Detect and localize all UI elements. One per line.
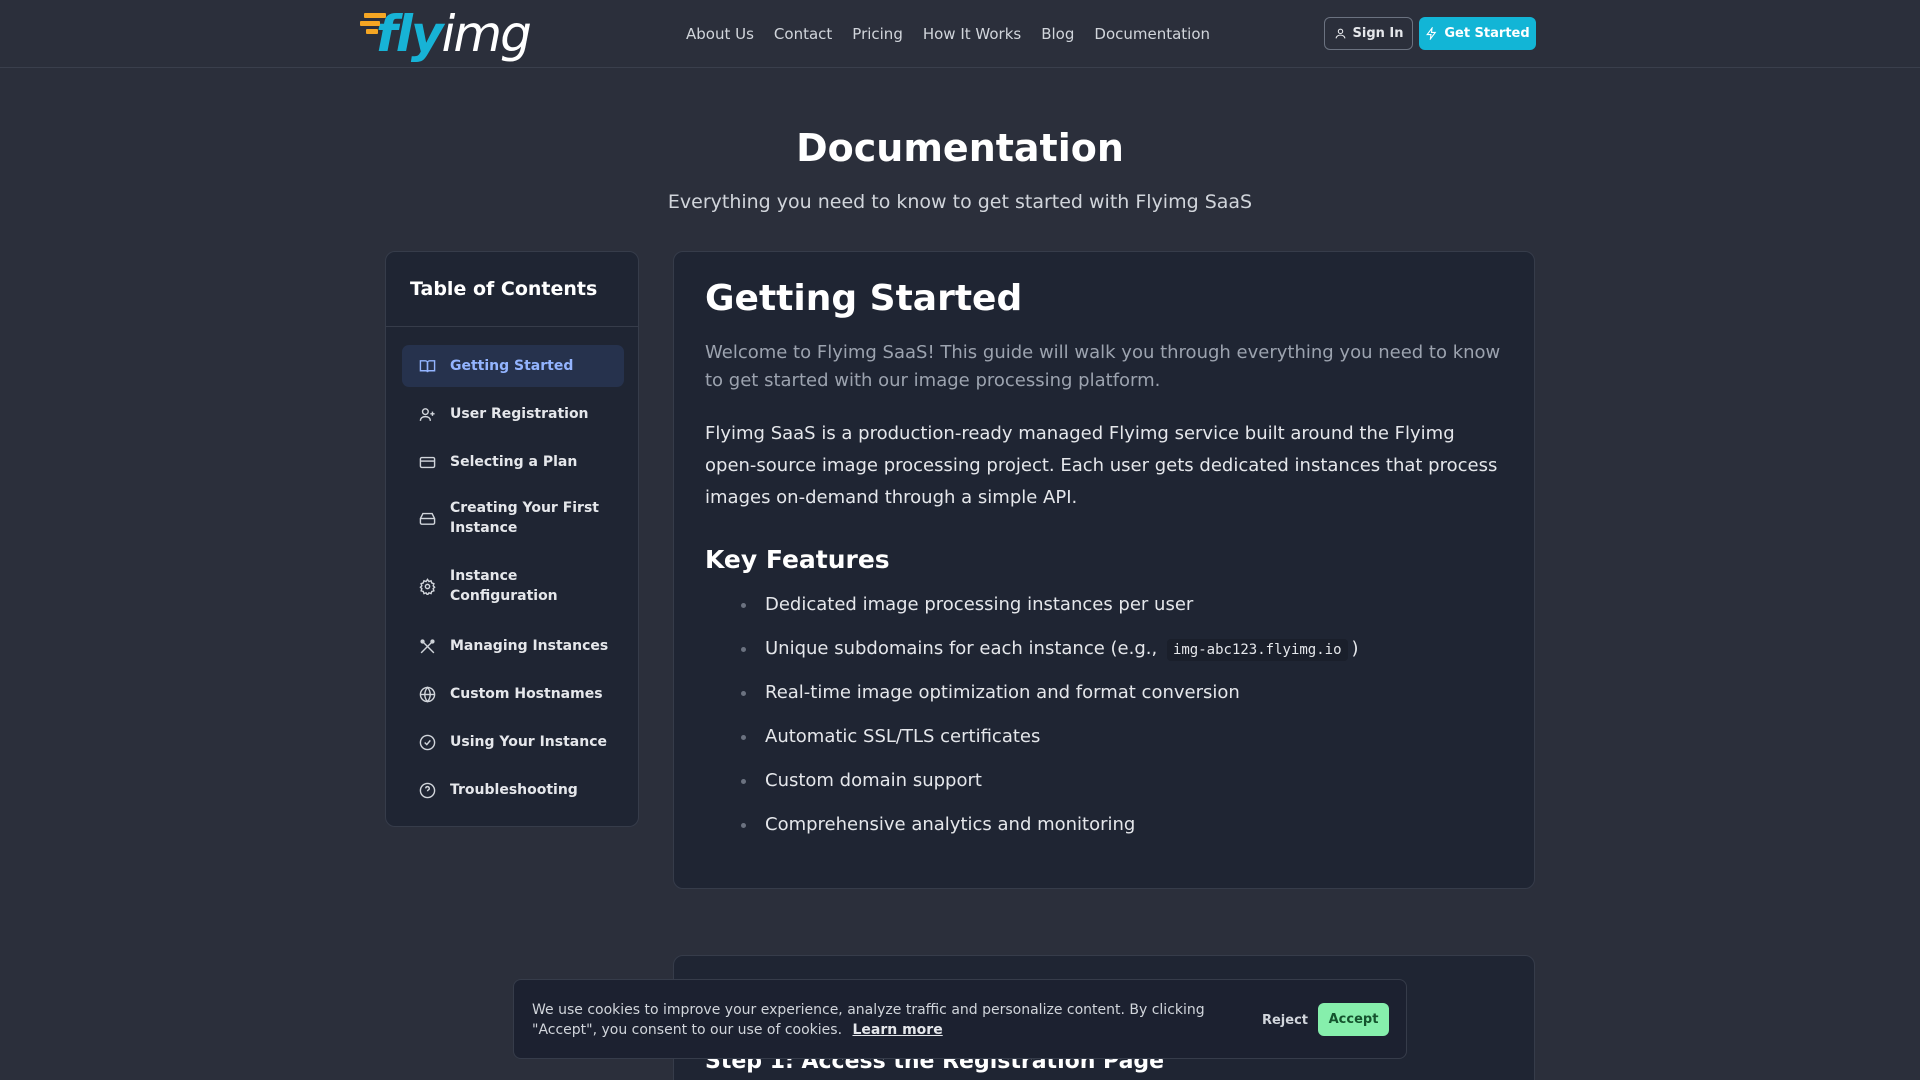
nav-pricing[interactable]: Pricing <box>852 24 903 44</box>
list-item: Automatic SSL/TLS certificates <box>705 725 1359 769</box>
user-icon <box>1335 28 1345 39</box>
description-paragraph: Flyimg SaaS is a production-ready manage… <box>705 423 1498 508</box>
list-item: Dedicated image processing instances per… <box>705 593 1359 637</box>
get-started-label: Get Started <box>1444 26 1530 41</box>
list-item: Real-time image optimization and format … <box>705 681 1359 725</box>
code-snippet: img-abc123.flyimg.io <box>1166 639 1348 661</box>
logo-stripes-icon <box>360 13 386 34</box>
tools-icon <box>418 637 436 655</box>
getting-started-card: Getting Started Welcome to Flyimg SaaS! … <box>673 251 1535 889</box>
section-title: Getting Started <box>705 278 1023 319</box>
nav-blog[interactable]: Blog <box>1041 24 1074 44</box>
intro-text: Welcome to Flyimg SaaS! This guide will … <box>705 342 1501 391</box>
credit-card-icon <box>418 453 436 471</box>
nav-how-it-works[interactable]: How It Works <box>923 24 1021 44</box>
accept-button[interactable]: Accept <box>1318 1003 1389 1036</box>
toc-item-selecting-a-plan[interactable]: Selecting a Plan <box>402 441 624 483</box>
toc-item-label: Troubleshooting <box>450 782 578 798</box>
toc-item-label: Custom Hostnames <box>450 686 603 702</box>
bolt-icon <box>1426 27 1437 40</box>
nav-contact[interactable]: Contact <box>774 24 832 44</box>
cookie-banner: We use cookies to improve your experienc… <box>513 979 1407 1059</box>
toc-item-label: Getting Started <box>450 358 574 374</box>
list-item: Custom domain support <box>705 769 1359 813</box>
cookie-text: We use cookies to improve your experienc… <box>532 1002 1205 1038</box>
logo[interactable]: flyimg <box>360 5 532 63</box>
table-of-contents: Table of Contents Getting Started User R… <box>385 251 639 827</box>
logo-img: img <box>441 5 531 63</box>
toc-item-label: User Registration <box>450 406 589 422</box>
hard-drive-icon <box>418 509 436 527</box>
learn-more-link[interactable]: Learn more <box>852 1022 942 1038</box>
key-features-heading: Key Features <box>705 545 890 574</box>
toc-item-troubleshooting[interactable]: Troubleshooting <box>402 769 624 811</box>
list-item: Unique subdomains for each instance (e.g… <box>705 637 1359 681</box>
user-plus-icon <box>418 405 436 423</box>
toc-item-getting-started[interactable]: Getting Started <box>402 345 624 387</box>
toc-item-label: Managing Instances <box>450 638 609 654</box>
nav-documentation[interactable]: Documentation <box>1094 24 1210 44</box>
page-subtitle: Everything you need to know to get start… <box>667 191 1253 213</box>
gear-icon <box>418 577 436 595</box>
toc-title: Table of Contents <box>410 278 598 300</box>
site-header: flyimg About Us Contact Pricing How It W… <box>0 0 1920 68</box>
toc-item-label: Instance Configuration <box>450 568 558 604</box>
toc-item-using-your-instance[interactable]: Using Your Instance <box>402 721 624 763</box>
toc-divider <box>386 326 638 327</box>
list-item: Comprehensive analytics and monitoring <box>705 813 1359 857</box>
help-circle-icon <box>418 781 436 799</box>
toc-item-managing-instances[interactable]: Managing Instances <box>402 625 624 667</box>
toc-item-creating-first-instance[interactable]: Creating Your First Instance <box>402 489 624 547</box>
features-list: Dedicated image processing instances per… <box>705 593 1359 857</box>
book-icon <box>418 357 436 375</box>
toc-item-label: Creating Your First Instance <box>450 500 599 536</box>
toc-item-custom-hostnames[interactable]: Custom Hostnames <box>402 673 624 715</box>
globe-icon <box>418 685 436 703</box>
sign-in-button[interactable]: Sign In <box>1324 17 1413 50</box>
reject-button[interactable]: Reject <box>1250 1004 1320 1036</box>
page-title: Documentation <box>796 126 1124 170</box>
toc-item-instance-configuration[interactable]: Instance Configuration <box>402 557 624 615</box>
toc-item-label: Using Your Instance <box>450 734 607 750</box>
get-started-button[interactable]: Get Started <box>1419 17 1536 50</box>
toc-item-label: Selecting a Plan <box>450 454 578 470</box>
check-circle-icon <box>418 733 436 751</box>
nav-about-us[interactable]: About Us <box>686 24 754 44</box>
main-nav: About Us Contact Pricing How It Works Bl… <box>686 24 1230 44</box>
sign-in-label: Sign In <box>1352 26 1404 41</box>
toc-item-user-registration[interactable]: User Registration <box>402 393 624 435</box>
